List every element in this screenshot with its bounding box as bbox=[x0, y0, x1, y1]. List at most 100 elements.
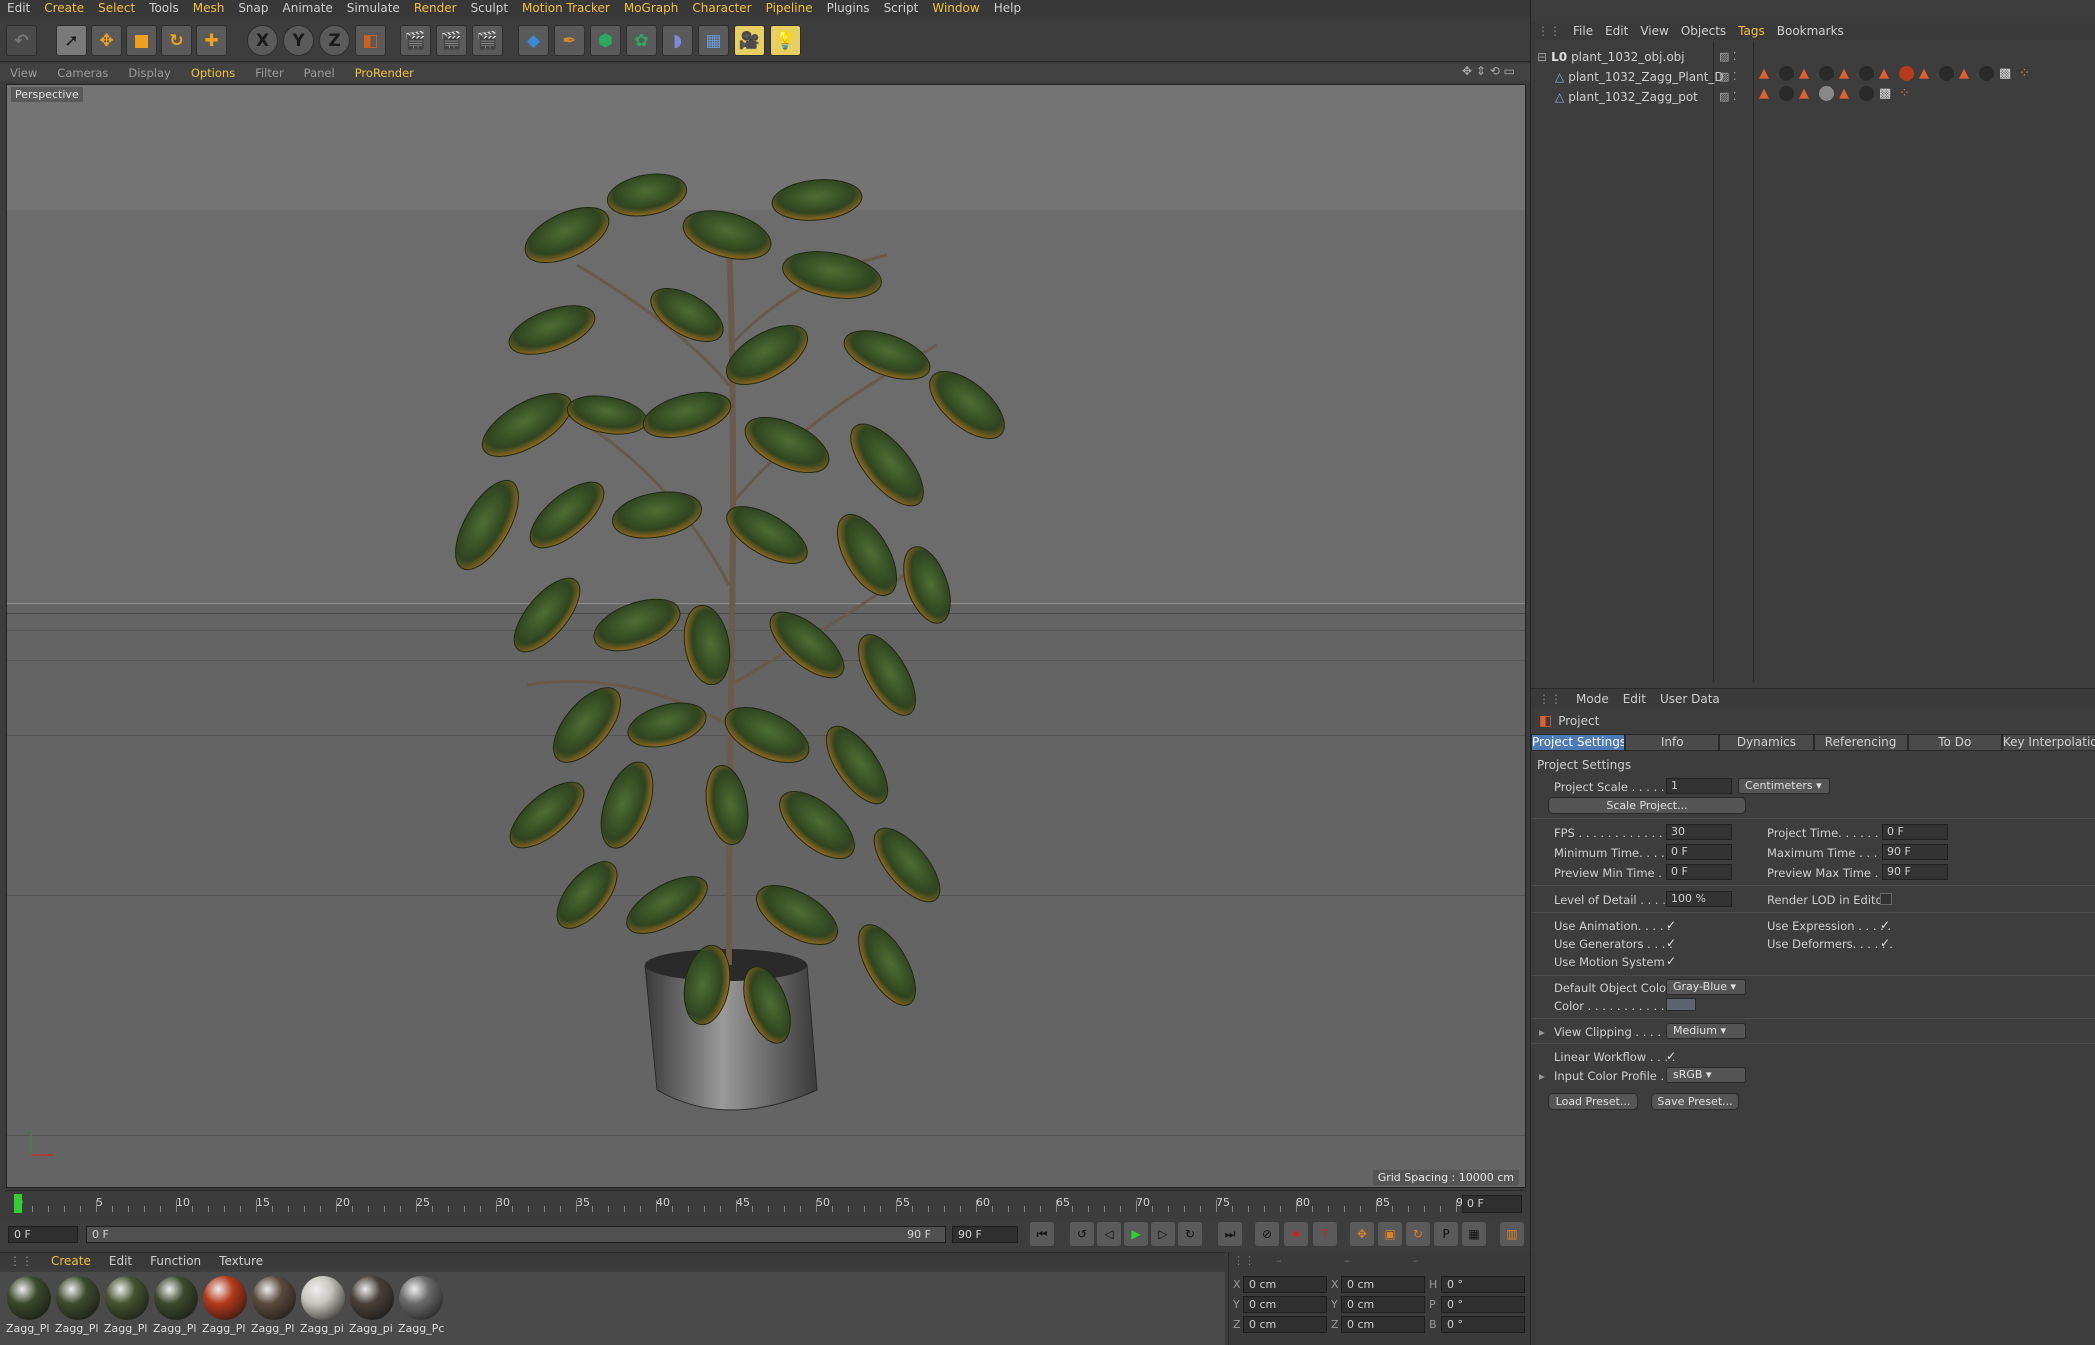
start-frame-field[interactable]: 0 F bbox=[8, 1226, 78, 1243]
coordinate-system-icon[interactable]: ◧ bbox=[355, 25, 386, 56]
attr-menu-user-data[interactable]: User Data bbox=[1653, 692, 1727, 706]
material-swatch[interactable]: Zagg_Pc bbox=[398, 1276, 444, 1338]
expand-arrow-icon[interactable]: ▸ bbox=[1539, 1025, 1545, 1039]
floor-object-icon[interactable]: ▦ bbox=[698, 25, 729, 56]
timeline-ruler[interactable]: 051015202530354045505560657075808590 bbox=[6, 1190, 1526, 1214]
visibility-toggles[interactable]: ▨ ⁚ bbox=[1719, 50, 1736, 63]
menu-animate[interactable]: Animate bbox=[276, 1, 340, 15]
viewport-menu-display[interactable]: Display bbox=[118, 66, 180, 80]
use-expression-checkbox[interactable]: ✓ bbox=[1880, 919, 1892, 931]
material-tag-icon[interactable] bbox=[1819, 66, 1834, 81]
phong-tag-icon[interactable]: ▲ bbox=[1839, 86, 1854, 101]
tab-dynamics[interactable]: Dynamics bbox=[1719, 734, 1814, 751]
key-parameter-icon[interactable]: P bbox=[1434, 1222, 1458, 1246]
menu-edit[interactable]: Edit bbox=[0, 1, 37, 15]
render-settings-icon[interactable]: 🎬 bbox=[472, 25, 503, 56]
3d-viewport[interactable]: Perspective Grid Spacing: 10000 cm bbox=[6, 84, 1526, 1188]
menu-select[interactable]: Select bbox=[91, 1, 142, 15]
next-key-icon[interactable]: ↻ bbox=[1178, 1222, 1202, 1246]
material-menu-texture[interactable]: Texture bbox=[210, 1254, 272, 1268]
project-scale-unit-dropdown[interactable]: Centimeters ▾ bbox=[1738, 778, 1830, 794]
menu-character[interactable]: Character bbox=[685, 1, 758, 15]
deformer-icon[interactable]: ◗ bbox=[662, 25, 693, 56]
menu-sculpt[interactable]: Sculpt bbox=[464, 1, 515, 15]
pot-tag-list[interactable]: ▲ ▲ ▲ ▩ ⁘ bbox=[1759, 86, 1919, 101]
record-keyframe-icon[interactable]: ⏺ bbox=[1284, 1222, 1308, 1246]
plant-tag-list[interactable]: ▲ ▲ ▲ ▲ ▲ ▲ ▩ ⁘ bbox=[1759, 66, 2039, 81]
tab-project-settings[interactable]: Project Settings bbox=[1531, 734, 1626, 751]
viewport-menu-filter[interactable]: Filter bbox=[245, 66, 293, 80]
load-preset-button[interactable]: Load Preset... bbox=[1548, 1093, 1638, 1110]
view-clipping-dropdown[interactable]: Medium ▾ bbox=[1666, 1023, 1746, 1039]
object-row-plant[interactable]: △ plant_1032_Zagg_Plant_D bbox=[1555, 68, 1724, 86]
visibility-toggles[interactable]: ▨ ⁚ bbox=[1719, 70, 1736, 83]
undo-icon[interactable]: ↶ bbox=[6, 25, 37, 56]
object-name[interactable]: plant_1032_obj.obj bbox=[1571, 50, 1685, 64]
subdivision-surface-icon[interactable]: ⬢ bbox=[590, 25, 621, 56]
object-menu-edit[interactable]: Edit bbox=[1599, 24, 1634, 38]
menu-mesh[interactable]: Mesh bbox=[186, 1, 232, 15]
preview-range-slider[interactable]: 0 F 90 F bbox=[86, 1226, 946, 1243]
current-frame-field[interactable]: 0 F bbox=[1462, 1195, 1522, 1213]
z-position-field[interactable]: 0 cm bbox=[1243, 1316, 1327, 1333]
tab-to-do[interactable]: To Do bbox=[1907, 734, 2002, 751]
play-icon[interactable]: ▶ bbox=[1124, 1222, 1148, 1246]
autokeying-icon[interactable]: ? bbox=[1313, 1222, 1337, 1246]
use-motion-system-checkbox[interactable]: ✓ bbox=[1666, 955, 1678, 967]
project-scale-field[interactable]: 1 bbox=[1666, 778, 1732, 794]
phong-tag-icon[interactable]: ▲ bbox=[1759, 66, 1774, 81]
menu-tools[interactable]: Tools bbox=[142, 1, 186, 15]
z-size-field[interactable]: 0 cm bbox=[1341, 1316, 1425, 1333]
object-menu-objects[interactable]: Objects bbox=[1675, 24, 1732, 38]
recent-tools-icon[interactable]: ✚ bbox=[196, 25, 227, 56]
viewport-menu-options[interactable]: Options bbox=[181, 66, 245, 80]
tab-referencing[interactable]: Referencing bbox=[1813, 734, 1908, 751]
x-position-field[interactable]: 0 cm bbox=[1243, 1276, 1327, 1293]
material-menu-edit[interactable]: Edit bbox=[100, 1254, 141, 1268]
key-position-icon[interactable]: ✥ bbox=[1350, 1222, 1374, 1246]
material-swatch[interactable]: Zagg_pi bbox=[300, 1276, 346, 1338]
checker-tag-icon[interactable]: ▩ bbox=[1879, 86, 1894, 101]
phong-tag-icon[interactable]: ▲ bbox=[1839, 66, 1854, 81]
minimum-time-field[interactable]: 0 F bbox=[1666, 844, 1732, 860]
object-menu-view[interactable]: View bbox=[1634, 24, 1674, 38]
tab-info[interactable]: Info bbox=[1625, 734, 1720, 751]
material-tag-icon[interactable] bbox=[1899, 66, 1914, 81]
next-frame-icon[interactable]: ▷ bbox=[1151, 1222, 1175, 1246]
viewport-menu-cameras[interactable]: Cameras bbox=[47, 66, 118, 80]
preview-max-time-field[interactable]: 90 F bbox=[1882, 864, 1948, 880]
key-scale-icon[interactable]: ▣ bbox=[1378, 1222, 1402, 1246]
move-tool-icon[interactable]: ✥ bbox=[91, 25, 122, 56]
level-of-detail-field[interactable]: 100 % bbox=[1666, 891, 1732, 907]
motion-path-icon[interactable]: ⊘ bbox=[1255, 1222, 1279, 1246]
project-time-field[interactable]: 0 F bbox=[1882, 824, 1948, 840]
pen-spline-icon[interactable]: ✒ bbox=[554, 25, 585, 56]
material-menu-function[interactable]: Function bbox=[141, 1254, 210, 1268]
phong-tag-icon[interactable]: ▲ bbox=[1799, 86, 1814, 101]
save-preset-button[interactable]: Save Preset... bbox=[1651, 1093, 1739, 1110]
go-to-start-icon[interactable]: ⏮ bbox=[1030, 1222, 1054, 1246]
object-menu-bookmarks[interactable]: Bookmarks bbox=[1771, 24, 1850, 38]
playhead-marker[interactable] bbox=[14, 1194, 22, 1213]
y-position-field[interactable]: 0 cm bbox=[1243, 1296, 1327, 1313]
object-menu-file[interactable]: File bbox=[1567, 24, 1599, 38]
menu-snap[interactable]: Snap bbox=[231, 1, 275, 15]
object-menu-tags[interactable]: Tags bbox=[1732, 24, 1771, 38]
preview-min-time-field[interactable]: 0 F bbox=[1666, 864, 1732, 880]
render-lod-checkbox[interactable] bbox=[1880, 893, 1892, 905]
menu-pipeline[interactable]: Pipeline bbox=[759, 1, 820, 15]
render-picture-viewer-icon[interactable]: 🎬 bbox=[436, 25, 467, 56]
object-row-root[interactable]: ⊟ L0 plant_1032_obj.obj bbox=[1537, 48, 1685, 66]
material-swatch[interactable]: Zagg_Pl bbox=[251, 1276, 297, 1338]
z-axis-lock-icon[interactable]: Z bbox=[319, 25, 350, 56]
object-name[interactable]: plant_1032_Zagg_pot bbox=[1568, 90, 1698, 104]
tab-key-interpolation[interactable]: Key Interpolation bbox=[2001, 734, 2095, 751]
scale-project-button[interactable]: Scale Project... bbox=[1548, 797, 1746, 814]
viewport-menu-prorender[interactable]: ProRender bbox=[345, 66, 424, 80]
x-size-field[interactable]: 0 cm bbox=[1341, 1276, 1425, 1293]
use-animation-checkbox[interactable]: ✓ bbox=[1666, 919, 1678, 931]
object-name[interactable]: plant_1032_Zagg_Plant_D bbox=[1568, 70, 1723, 84]
fps-field[interactable]: 30 bbox=[1666, 824, 1732, 840]
render-view-icon[interactable]: 🎬 bbox=[400, 25, 431, 56]
material-tag-icon[interactable] bbox=[1859, 86, 1874, 101]
